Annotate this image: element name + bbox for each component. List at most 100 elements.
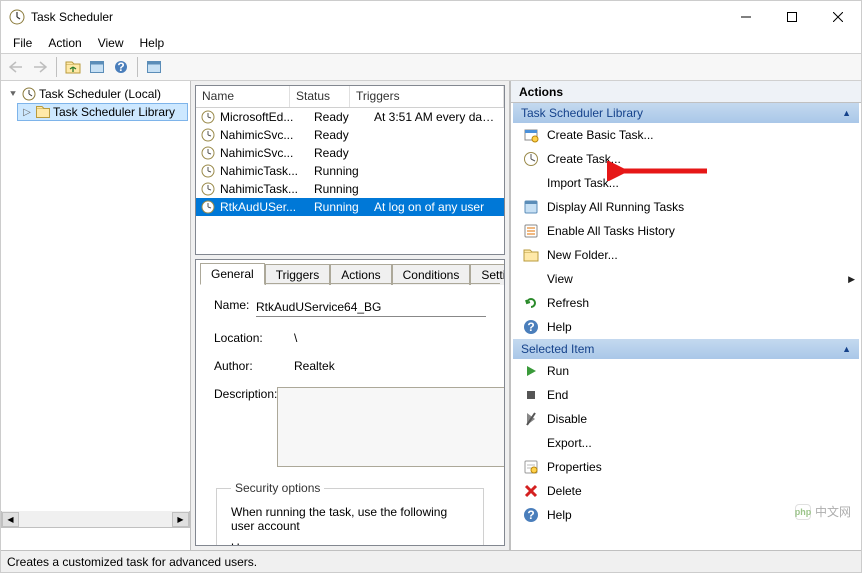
toolbar-folder-up-button[interactable] [62, 56, 84, 78]
menu-view[interactable]: View [90, 34, 132, 52]
toolbar-pane-1-button[interactable] [86, 56, 108, 78]
action-item[interactable]: Create Task... [513, 147, 859, 171]
table-row[interactable]: NahimicTask... Running [196, 162, 504, 180]
menu-file[interactable]: File [5, 34, 40, 52]
actions-pane-title: Actions [511, 81, 861, 103]
maximize-button[interactable] [769, 1, 815, 33]
security-line-2: Users [231, 541, 469, 545]
tree-root-label: Task Scheduler (Local) [39, 87, 161, 101]
action-item[interactable]: Create Basic Task... [513, 123, 859, 147]
tab-settings[interactable]: Settings [470, 264, 505, 285]
toolbar: ? [1, 53, 861, 81]
app-icon [9, 9, 25, 25]
col-triggers[interactable]: Triggers [350, 86, 504, 107]
help-icon: ? [523, 507, 539, 523]
label-location: Location: [214, 331, 294, 345]
toolbar-help-button[interactable]: ? [110, 56, 132, 78]
action-item[interactable]: ? Help [513, 315, 859, 339]
menu-action[interactable]: Action [40, 34, 89, 52]
toolbar-pane-2-button[interactable] [143, 56, 165, 78]
menu-help[interactable]: Help [132, 34, 173, 52]
task-details: General Triggers Actions Conditions Sett… [195, 259, 505, 546]
table-row[interactable]: RtkAudUSer... Running At log on of any u… [196, 198, 504, 216]
nav-back-button[interactable] [5, 56, 27, 78]
watermark-logo-icon: php [795, 504, 811, 520]
field-name-value[interactable] [256, 298, 486, 317]
tree-root[interactable]: ⯆ Task Scheduler (Local) [3, 85, 188, 103]
blank-icon [523, 271, 539, 287]
main-area: ⯆ Task Scheduler (Local) ▷ Task Schedule… [1, 81, 861, 550]
col-status[interactable]: Status [290, 86, 350, 107]
nav-forward-button[interactable] [29, 56, 51, 78]
collapse-icon: ▲ [842, 108, 851, 118]
details-tabs: General Triggers Actions Conditions Sett… [196, 260, 504, 284]
action-group-library-head[interactable]: Task Scheduler Library ▲ [513, 103, 859, 123]
action-item[interactable]: Refresh [513, 291, 859, 315]
action-group-selected-head[interactable]: Selected Item ▲ [513, 339, 859, 359]
action-label: End [547, 388, 568, 402]
action-label: Create Basic Task... [547, 128, 654, 142]
expand-toggle-icon[interactable]: ⯆ [7, 89, 19, 100]
action-label: Properties [547, 460, 602, 474]
group-selected-label: Selected Item [521, 342, 594, 356]
label-description: Description: [214, 387, 277, 401]
action-item[interactable]: Delete [513, 479, 859, 503]
action-item[interactable]: View ▶ [513, 267, 859, 291]
cell-name: MicrosoftEd... [214, 110, 308, 124]
status-bar: Creates a customized task for advanced u… [1, 550, 861, 572]
svg-text:?: ? [117, 60, 124, 74]
action-item[interactable]: End [513, 383, 859, 407]
label-name: Name: [214, 298, 256, 312]
tree-library[interactable]: ▷ Task Scheduler Library [17, 103, 188, 121]
tab-conditions[interactable]: Conditions [392, 264, 471, 285]
nav-tree[interactable]: ⯆ Task Scheduler (Local) ▷ Task Schedule… [1, 81, 191, 550]
run-icon [523, 363, 539, 379]
table-row[interactable]: NahimicTask... Running [196, 180, 504, 198]
table-row[interactable]: MicrosoftEd... Ready At 3:51 AM every da… [196, 108, 504, 126]
action-item[interactable]: Import Task... [513, 171, 859, 195]
cell-status: Ready [308, 110, 368, 124]
clock-icon [21, 86, 37, 102]
scroll-right-button[interactable]: ▶ [172, 512, 189, 527]
action-label: Export... [547, 436, 592, 450]
menu-bar: File Action View Help [1, 33, 861, 53]
table-row[interactable]: NahimicSvc... Ready [196, 144, 504, 162]
cell-name: NahimicSvc... [214, 128, 308, 142]
action-label: Help [547, 320, 572, 334]
field-author-value: Realtek [294, 359, 486, 373]
action-item[interactable]: Run [513, 359, 859, 383]
cell-status: Ready [308, 128, 368, 142]
action-item[interactable]: Export... [513, 431, 859, 455]
expand-toggle-icon[interactable]: ▷ [21, 107, 33, 118]
action-item[interactable]: Display All Running Tasks [513, 195, 859, 219]
disable-icon [523, 411, 539, 427]
minimize-button[interactable] [723, 1, 769, 33]
tree-library-label: Task Scheduler Library [53, 105, 175, 119]
action-label: Refresh [547, 296, 589, 310]
watermark-text: 中文网 [815, 503, 851, 520]
collapse-icon: ▲ [842, 344, 851, 354]
group-library-label: Task Scheduler Library [521, 106, 643, 120]
scroll-left-button[interactable]: ◀ [2, 512, 19, 527]
toolbar-separator [137, 57, 138, 77]
tab-triggers[interactable]: Triggers [265, 264, 331, 285]
wizard-icon [523, 127, 539, 143]
action-item[interactable]: Properties [513, 455, 859, 479]
refresh-icon [523, 295, 539, 311]
cell-status: Running [308, 182, 368, 196]
close-button[interactable] [815, 1, 861, 33]
tab-actions[interactable]: Actions [330, 264, 391, 285]
display-icon [523, 199, 539, 215]
cell-status: Ready [308, 146, 368, 160]
action-item[interactable]: Disable [513, 407, 859, 431]
col-name[interactable]: Name [196, 86, 290, 107]
action-item[interactable]: Enable All Tasks History [513, 219, 859, 243]
task-list[interactable]: Name Status Triggers MicrosoftEd... Read… [195, 85, 505, 255]
table-row[interactable]: NahimicSvc... Ready [196, 126, 504, 144]
blank-icon [523, 175, 539, 191]
tab-general[interactable]: General [200, 263, 265, 285]
task-rows: MicrosoftEd... Ready At 3:51 AM every da… [196, 108, 504, 216]
action-item[interactable]: New Folder... [513, 243, 859, 267]
field-description-box[interactable] [277, 387, 504, 467]
action-label: New Folder... [547, 248, 618, 262]
